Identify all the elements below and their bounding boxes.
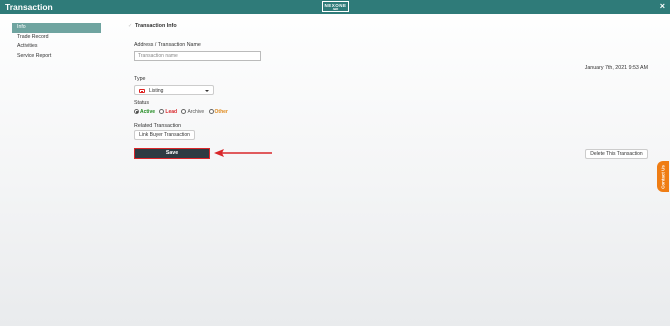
type-label: Type [134,76,146,82]
status-option-label: Active [140,109,156,115]
radio-button[interactable] [134,109,139,114]
save-button[interactable]: Save [134,148,210,159]
status-option-label: Other [214,109,228,115]
type-select[interactable]: Listing [134,85,214,95]
radio-button[interactable] [181,109,187,114]
sidebar-item-info[interactable]: Info [12,23,101,33]
status-option-label: Archive [187,109,205,115]
transaction-name-input[interactable] [134,51,261,61]
link-buyer-transaction-button[interactable]: Link Buyer Transaction [134,130,195,140]
transaction-date: January 7th, 2021 9:53 AM [584,65,648,71]
title-bar: Transaction NEXONE ABR × [0,0,670,14]
status-option-archive[interactable]: Archive [181,109,204,115]
type-select-value: Listing [149,87,164,94]
section-title: Transaction Info [135,23,177,29]
related-transaction-label: Related Transaction [134,123,182,129]
status-option-other[interactable]: Other [208,109,228,115]
contact-us-label: Contact Us [660,164,666,189]
close-icon[interactable]: × [660,1,665,11]
status-option-active[interactable]: Active [134,109,155,115]
chevron-down-icon [205,89,209,92]
listing-icon [139,88,145,93]
radio-button[interactable] [159,109,165,114]
window-title: Transaction [5,2,53,12]
sidebar-item-trade-record[interactable]: Trade Record [12,33,101,43]
nexone-logo: NEXONE ABR [322,1,349,12]
check-icon: ✓ [128,23,133,29]
status-label: Status [134,100,150,106]
logo-subtext: ABR [332,8,339,11]
status-option-label: Lead [165,109,178,115]
sidebar-item-activities[interactable]: Activities [12,42,101,52]
sidebar-item-service-report[interactable]: Service Report [12,52,101,62]
contact-us-tab[interactable]: Contact Us [657,161,669,192]
delete-transaction-button[interactable]: Delete This Transaction [585,149,648,159]
radio-button[interactable] [208,109,214,114]
annotation-arrow-icon [214,149,272,157]
address-label: Address / Transaction Name [134,42,201,48]
sidebar: Info Trade Record Activities Service Rep… [12,23,101,62]
status-option-lead[interactable]: Lead [159,109,177,115]
status-radio-group: Active Lead Archive Other [134,109,231,115]
